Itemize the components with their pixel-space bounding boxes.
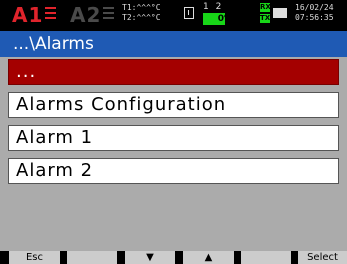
temperature-readout: T1:^^^°C T2:^^^°C — [122, 3, 161, 23]
tx-label: TX — [260, 14, 271, 23]
temp-2: T2:^^^°C — [122, 13, 161, 22]
softkey-up[interactable]: ▲ — [183, 251, 234, 264]
temp-1: T1:^^^°C — [122, 3, 161, 12]
menu-item-back[interactable]: ... — [8, 59, 339, 85]
status-bar: A1 A2 T1:^^^°C T2:^^^°C 1 2 0% RX TX 16/… — [0, 0, 347, 31]
softkey-esc[interactable]: Esc — [9, 251, 60, 264]
rx-tx-indicator: RX TX — [260, 3, 271, 25]
softkey-bar: Esc ▼ ▲ Select — [0, 251, 347, 264]
alarm-1-indicator: A1 — [12, 3, 57, 27]
storage-percent: 0% — [217, 14, 233, 24]
page-title: ...\Alarms — [13, 34, 94, 54]
channel-numbers: 1 2 — [203, 2, 224, 12]
softkey-5[interactable] — [241, 251, 291, 264]
storage-progress: 0% — [203, 13, 237, 25]
datetime: 16/02/24 07:56:35 — [295, 3, 334, 23]
battery-icon — [273, 8, 287, 18]
softkey-select[interactable]: Select — [298, 251, 347, 264]
menu-item-alarms-configuration[interactable]: Alarms Configuration — [8, 92, 339, 118]
alarm-1-label: A1 — [12, 3, 44, 27]
softkey-2[interactable] — [67, 251, 117, 264]
softkey-down[interactable]: ▼ — [125, 251, 175, 264]
memory-card-icon — [184, 7, 194, 19]
alarm-2-label: A2 — [70, 3, 102, 27]
time: 07:56:35 — [295, 13, 334, 22]
menu-item-alarm-1[interactable]: Alarm 1 — [8, 125, 339, 151]
title-bar: ...\Alarms — [0, 31, 347, 57]
alarm-lines-icon — [103, 7, 115, 20]
menu-item-alarm-2[interactable]: Alarm 2 — [8, 158, 339, 184]
date: 16/02/24 — [295, 3, 334, 12]
alarm-2-indicator: A2 — [70, 3, 115, 27]
alarm-lines-icon — [45, 7, 57, 20]
rx-label: RX — [260, 3, 271, 12]
